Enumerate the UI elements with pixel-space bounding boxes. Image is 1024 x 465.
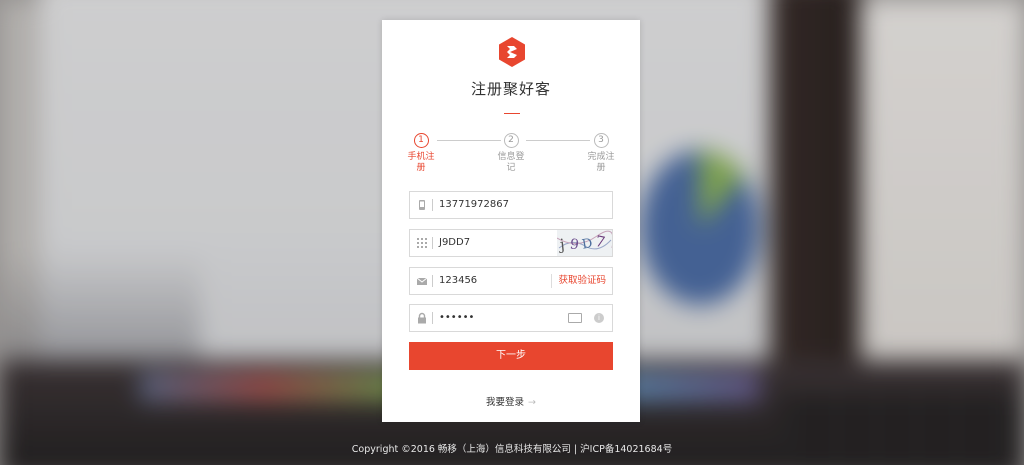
step-info: 2 信息登记 (491, 133, 531, 174)
login-link-label[interactable]: 我要登录 (486, 397, 524, 408)
phone-field[interactable]: 13771972867 (409, 191, 613, 219)
sms-code-input[interactable]: 123456 (439, 268, 477, 294)
step-number: 2 (503, 133, 519, 148)
captcha-field[interactable]: J9DD7 j 9 D 7 (409, 229, 613, 257)
brand-logo (499, 37, 525, 67)
arrow-right-icon: → (528, 397, 536, 408)
captcha-graphic: j 9 D 7 (557, 230, 612, 256)
lock-icon (418, 312, 426, 324)
sms-code-field[interactable]: 123456 获取验证码 (409, 267, 613, 295)
field-separator (432, 199, 433, 211)
step-label: 手机注册 (407, 152, 435, 173)
grid-icon (417, 238, 427, 248)
field-separator (432, 312, 433, 324)
step-phone-register: 1 手机注册 (401, 133, 441, 174)
phone-input[interactable]: 13771972867 (439, 192, 509, 218)
step-label: 完成注册 (587, 152, 615, 173)
step-number: 1 (413, 133, 429, 148)
password-field[interactable]: •••••• i (409, 304, 613, 332)
captcha-input[interactable]: J9DD7 (439, 230, 470, 256)
get-sms-code-button[interactable]: 获取验证码 (551, 274, 606, 288)
keyboard-icon[interactable] (568, 313, 582, 323)
mail-icon (416, 277, 428, 285)
phone-icon (419, 200, 425, 210)
captcha-image[interactable]: j 9 D 7 (557, 230, 612, 256)
step-label: 信息登记 (497, 152, 525, 173)
page-title: 注册聚好客 (470, 80, 551, 98)
footer-copyright: Copyright ©2016 畅移（上海）信息科技有限公司 | 沪ICP备14… (351, 444, 673, 455)
field-separator (432, 275, 433, 287)
step-complete: 3 完成注册 (581, 133, 621, 174)
step-number: 3 (593, 133, 609, 148)
title-underline (504, 113, 520, 114)
password-input[interactable]: •••••• (439, 305, 474, 331)
field-separator (432, 237, 433, 249)
login-link[interactable]: 我要登录 → (382, 394, 640, 408)
register-card: 注册聚好客 1 手机注册 2 信息登记 3 完成注册 13771972867 J… (382, 20, 640, 422)
next-step-button[interactable]: 下一步 (409, 342, 613, 370)
info-icon[interactable]: i (594, 313, 604, 323)
